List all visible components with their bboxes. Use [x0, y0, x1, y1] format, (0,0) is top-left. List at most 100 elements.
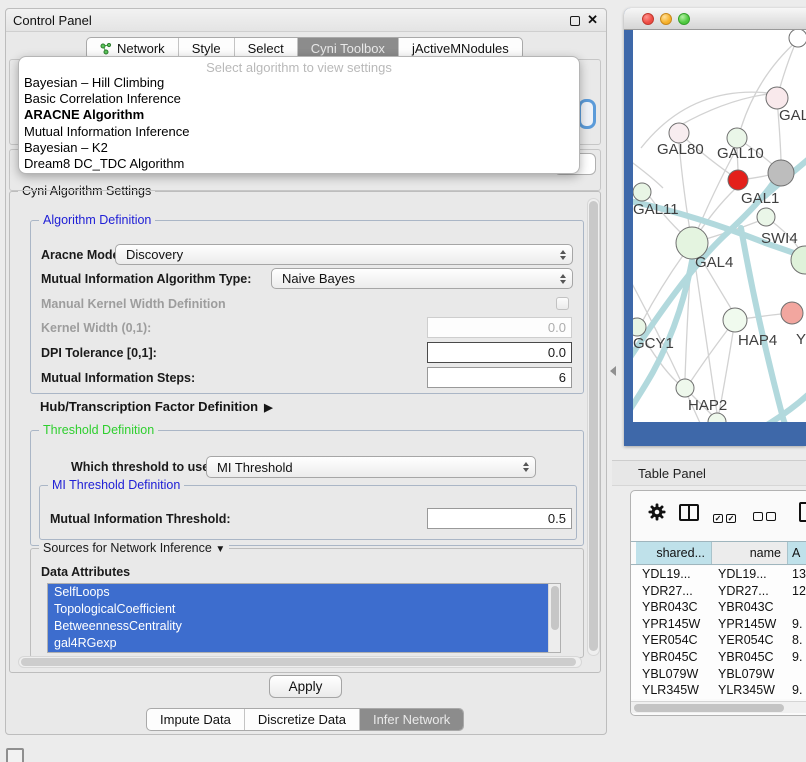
- network-node[interactable]: [789, 30, 806, 47]
- option-mutual-information[interactable]: Mutual Information Inference: [19, 124, 579, 140]
- network-node-label: Y: [796, 331, 806, 348]
- network-node[interactable]: [768, 160, 794, 186]
- focused-combo-arrow-fragment[interactable]: [578, 99, 596, 129]
- option-bayesian-hill-climbing[interactable]: Bayesian – Hill Climbing: [19, 75, 579, 91]
- restore-panel-icon[interactable]: [6, 748, 24, 762]
- network-node-GAL11[interactable]: [633, 183, 651, 201]
- zoom-traffic-light[interactable]: [678, 13, 690, 25]
- hub-definition-label: Hub/Transcription Factor Definition: [40, 399, 258, 414]
- network-node-label: HAP2: [688, 397, 727, 414]
- columns-icon[interactable]: [679, 504, 699, 521]
- clear-all-checks-icon[interactable]: [753, 509, 776, 524]
- option-aracne[interactable]: ARACNE Algorithm: [19, 107, 579, 123]
- bottom-tab-bar: Impute Data Discretize Data Infer Networ…: [146, 708, 464, 731]
- network-window-titlebar[interactable]: [624, 8, 806, 30]
- option-basic-correlation[interactable]: Basic Correlation Inference: [19, 91, 579, 107]
- network-node-GCY1[interactable]: [633, 318, 646, 336]
- algorithm-definition-title: Algorithm Definition: [39, 213, 155, 227]
- table-cell: YBR045C: [718, 649, 774, 665]
- network-node-GAL80[interactable]: [669, 123, 689, 143]
- network-node-label: GAL11: [633, 201, 679, 218]
- table-panel-header: Table Panel: [612, 460, 806, 486]
- table-card: ✓✓ shared... name A YDL19...YDL19...13YD…: [630, 490, 806, 716]
- hub-definition-expander[interactable]: Hub/Transcription Factor Definition▶: [40, 399, 273, 414]
- column-header-clipped[interactable]: A: [788, 542, 806, 564]
- attributes-scrollbar-thumb[interactable]: [551, 586, 559, 630]
- option-dream8[interactable]: Dream8 DC_TDC Algorithm: [19, 156, 579, 172]
- cyni-algorithm-settings-group: Cyni Algorithm Settings Algorithm Defini…: [9, 191, 601, 673]
- table-row[interactable]: YBR045CYBR045C9.: [631, 649, 806, 666]
- gear-icon[interactable]: [647, 502, 667, 525]
- table-horizontal-scrollbar-thumb[interactable]: [634, 704, 784, 712]
- table-horizontal-scrollbar[interactable]: [631, 701, 806, 713]
- minimize-traffic-light[interactable]: [660, 13, 672, 25]
- column-header-shared-name[interactable]: shared...: [636, 542, 712, 564]
- mi-threshold-group-title: MI Threshold Definition: [48, 478, 184, 492]
- mi-type-label: Mutual Information Algorithm Type:: [41, 272, 251, 286]
- network-node-label: GCY1: [633, 335, 674, 352]
- attributes-scrollbar[interactable]: [548, 584, 560, 652]
- mi-steps-field[interactable]: 6: [427, 367, 572, 388]
- threshold-definition-group: Threshold Definition Which threshold to …: [30, 430, 584, 546]
- table-cell: 13: [792, 566, 806, 582]
- table-row[interactable]: YLR345WYLR345W9.: [631, 682, 806, 699]
- table-row[interactable]: YER054CYER054C8.: [631, 632, 806, 649]
- network-edge[interactable]: [679, 94, 768, 126]
- dpi-tolerance-field[interactable]: 0.0: [427, 342, 572, 363]
- apply-button[interactable]: Apply: [269, 675, 342, 698]
- manual-kernel-checkbox[interactable]: [556, 297, 569, 310]
- table-cell: YPR145W: [718, 616, 776, 632]
- sources-group-title[interactable]: Sources for Network Inference ▼: [39, 541, 229, 555]
- threshold-definition-title: Threshold Definition: [39, 423, 158, 437]
- combo-arrows-icon: [560, 250, 566, 260]
- settings-horizontal-scrollbar[interactable]: [18, 656, 582, 668]
- network-edge[interactable]: [641, 92, 777, 148]
- select-all-checks-icon[interactable]: ✓✓: [713, 509, 736, 524]
- settings-horizontal-scrollbar-thumb[interactable]: [21, 658, 576, 666]
- sources-group: Sources for Network Inference ▼ Data Att…: [30, 548, 584, 658]
- table-row[interactable]: YDL19...YDL19...13: [631, 566, 806, 583]
- tab-impute-data[interactable]: Impute Data: [147, 709, 245, 730]
- attribute-item-selfloops[interactable]: SelfLoops: [48, 584, 548, 601]
- attribute-item-topologicalcoefficient[interactable]: TopologicalCoefficient: [48, 601, 548, 618]
- network-node-GAL1[interactable]: [728, 170, 748, 190]
- dropdown-prompt: Select algorithm to view settings: [19, 57, 579, 75]
- aracne-mode-value: Discovery: [126, 247, 183, 262]
- table-row[interactable]: YDR27...YDR27...12: [631, 583, 806, 600]
- settings-vertical-scrollbar-thumb[interactable]: [589, 201, 598, 651]
- tab-infer-network[interactable]: Infer Network: [360, 709, 463, 730]
- network-node-Y[interactable]: [781, 302, 803, 324]
- option-bayesian-k2[interactable]: Bayesian – K2: [19, 140, 579, 156]
- attribute-item-gal4rgexp[interactable]: gal4RGexp: [48, 635, 548, 652]
- document-icon[interactable]: [799, 502, 806, 522]
- kernel-width-field[interactable]: 0.0: [427, 317, 572, 338]
- close-traffic-light[interactable]: [642, 13, 654, 25]
- aracne-mode-combo[interactable]: Discovery: [115, 244, 573, 265]
- table-row[interactable]: YBR043CYBR043C: [631, 599, 806, 616]
- which-threshold-combo[interactable]: MI Threshold: [206, 456, 536, 478]
- network-canvas[interactable]: GALGAL80GAL10GAL1GAL11SWI4GAL4HAP4YGCY1H…: [633, 30, 806, 422]
- network-node-HAP2[interactable]: [676, 379, 694, 397]
- attribute-item-betweennesscentrality[interactable]: BetweennessCentrality: [48, 618, 548, 635]
- close-icon[interactable]: ✕: [587, 12, 598, 28]
- table-row[interactable]: YBL079WYBL079W: [631, 666, 806, 683]
- mi-type-combo[interactable]: Naive Bayes: [271, 268, 573, 289]
- table-cell: YBL079W: [642, 666, 698, 682]
- settings-vertical-scrollbar[interactable]: [587, 198, 600, 656]
- tab-discretize-data[interactable]: Discretize Data: [245, 709, 360, 730]
- float-window-icon[interactable]: [570, 16, 580, 26]
- column-header-name[interactable]: name: [712, 542, 788, 564]
- network-node-GAL[interactable]: [766, 87, 788, 109]
- table-row[interactable]: YPR145WYPR145W9.: [631, 616, 806, 633]
- table-cell: YPR145W: [642, 616, 700, 632]
- mi-threshold-field[interactable]: 0.5: [427, 508, 572, 529]
- aracne-mode-label: Aracne Mode:: [41, 248, 124, 262]
- table-cell: YDL19...: [718, 566, 767, 582]
- table-cell: YER054C: [642, 632, 698, 648]
- table-cell: YLR345W: [642, 682, 699, 698]
- control-panel: Control Panel ✕ Network Style Se: [5, 8, 607, 735]
- network-node-SWI4[interactable]: [757, 208, 775, 226]
- panel-splitter-grip[interactable]: [610, 366, 616, 376]
- network-node-HAP4[interactable]: [723, 308, 747, 332]
- network-node-label: SWI4: [761, 230, 798, 247]
